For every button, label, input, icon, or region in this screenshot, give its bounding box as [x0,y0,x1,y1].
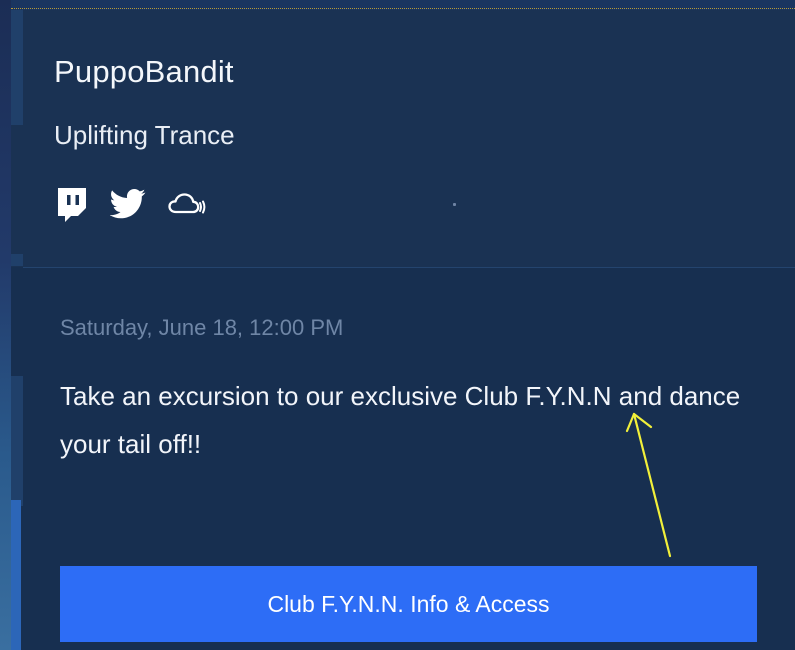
stray-pixel [453,203,456,206]
twitch-icon[interactable] [54,186,88,222]
background-accent [11,500,21,650]
artist-genre: Uplifting Trance [54,120,235,150]
header-divider [23,267,795,268]
mixcloud-icon[interactable] [168,192,206,216]
background-edge [0,0,11,650]
event-date: Saturday, June 18, 12:00 PM [60,315,344,340]
top-dotted-border [11,8,795,9]
card-left-tab [11,376,23,506]
artist-name: PuppoBandit [54,54,234,89]
card-left-tab [11,10,23,125]
card-left-tab [11,254,23,266]
event-description: Take an excursion to our exclusive Club … [60,381,741,459]
social-links [54,186,206,222]
event-card: PuppoBandit Uplifting Trance Saturday, J… [11,10,795,650]
club-info-access-button[interactable]: Club F.Y.N.N. Info & Access [60,566,757,642]
screenshot-stage: PuppoBandit Uplifting Trance Saturday, J… [0,0,795,650]
twitter-icon[interactable] [110,189,146,219]
